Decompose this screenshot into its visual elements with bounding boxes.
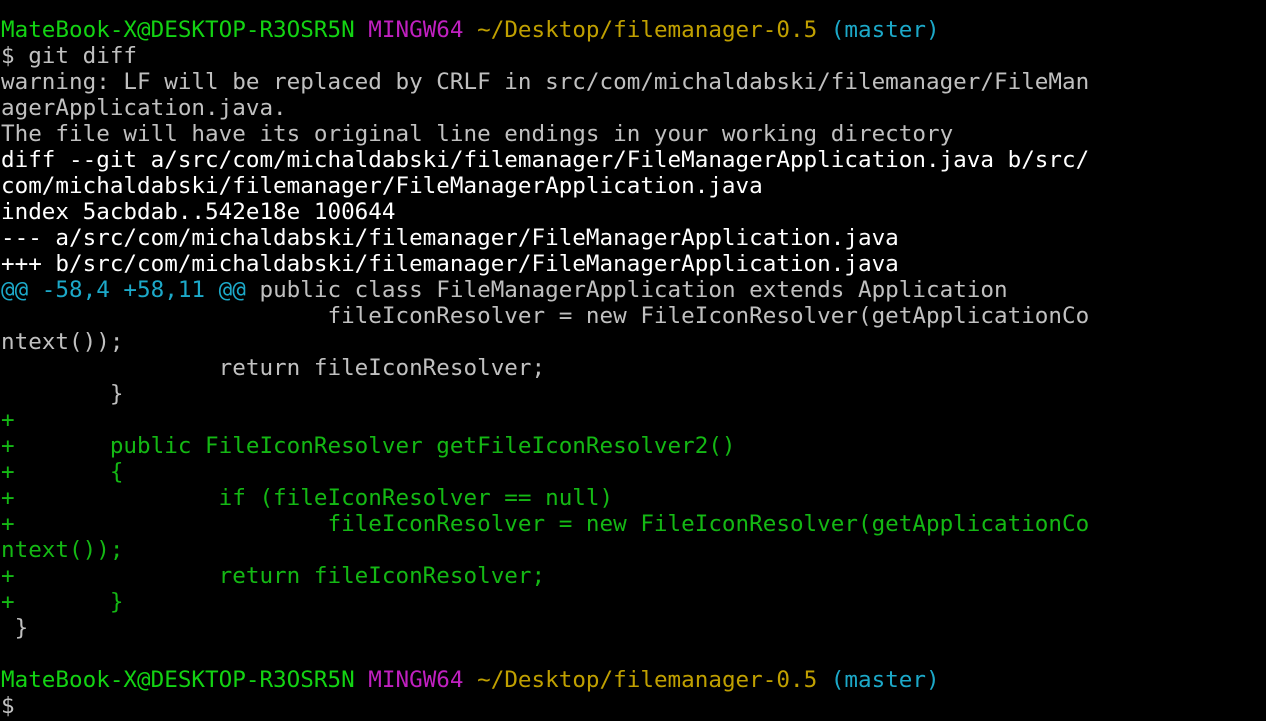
warning-text: The file will have its original line end… bbox=[1, 121, 954, 147]
terminal-line-added-line: + if (fileIconResolver == null) bbox=[0, 485, 1266, 511]
env-label: MINGW64 bbox=[368, 17, 464, 43]
terminal-line-added-line: + } bbox=[0, 589, 1266, 615]
added-text: + return fileIconResolver; bbox=[1, 563, 546, 589]
git-branch: (master) bbox=[830, 667, 940, 693]
diff-header-text: --- a/src/com/michaldabski/filemanager/F… bbox=[1, 225, 899, 251]
user-host: MateBook-X@DESKTOP-R3OSR5N bbox=[1, 667, 355, 693]
warning-text: agerApplication.java. bbox=[1, 95, 287, 121]
added-text: + if (fileIconResolver == null) bbox=[1, 485, 614, 511]
warning-text: warning: LF will be replaced by CRLF in … bbox=[1, 69, 1090, 95]
text-cursor bbox=[15, 695, 26, 717]
terminal-line-added-line: + { bbox=[0, 459, 1266, 485]
terminal-line-diff-header-line: --- a/src/com/michaldabski/filemanager/F… bbox=[0, 225, 1266, 251]
terminal-line-added-line: + public FileIconResolver getFileIconRes… bbox=[0, 433, 1266, 459]
terminal-line-added-line: + bbox=[0, 407, 1266, 433]
added-text: + public FileIconResolver getFileIconRes… bbox=[1, 433, 736, 459]
prompt-symbol: $ bbox=[1, 693, 15, 719]
diff-header-text: com/michaldabski/filemanager/FileManager… bbox=[1, 173, 763, 199]
terminal-line-context-line: return fileIconResolver; bbox=[0, 355, 1266, 381]
git-branch: (master) bbox=[830, 17, 940, 43]
context-text: return fileIconResolver; bbox=[1, 355, 546, 381]
terminal-line-context-line: ntext()); bbox=[0, 329, 1266, 355]
added-text: + { bbox=[1, 459, 124, 485]
diff-header-text: diff --git a/src/com/michaldabski/filema… bbox=[1, 147, 1090, 173]
terminal-window[interactable]: MateBook-X@DESKTOP-R3OSR5N MINGW64 ~/Des… bbox=[0, 0, 1266, 721]
diff-header-text: index 5acbdab..542e18e 100644 bbox=[1, 199, 396, 225]
context-text: } bbox=[1, 615, 29, 641]
current-path: ~/Desktop/filemanager-0.5 bbox=[477, 17, 818, 43]
terminal-line-added-line: ntext()); bbox=[0, 537, 1266, 563]
env-label: MINGW64 bbox=[368, 667, 464, 693]
terminal-line-context-line: fileIconResolver = new FileIconResolver(… bbox=[0, 303, 1266, 329]
added-text: ntext()); bbox=[1, 537, 124, 563]
terminal-line-added-line: + return fileIconResolver; bbox=[0, 563, 1266, 589]
terminal-line-blank-line bbox=[0, 641, 1266, 667]
command-text: $ git diff bbox=[1, 43, 138, 69]
terminal-line-diff-header-line: +++ b/src/com/michaldabski/filemanager/F… bbox=[0, 251, 1266, 277]
terminal-line-added-line: + fileIconResolver = new FileIconResolve… bbox=[0, 511, 1266, 537]
terminal-line-command-line: $ git diff bbox=[0, 43, 1266, 69]
terminal-line-context-line: } bbox=[0, 615, 1266, 641]
terminal-line-prompt-header: MateBook-X@DESKTOP-R3OSR5N MINGW64 ~/Des… bbox=[0, 17, 1266, 43]
terminal-line-diff-header-line: com/michaldabski/filemanager/FileManager… bbox=[0, 173, 1266, 199]
hunk-range: @@ -58,4 +58,11 @@ bbox=[1, 277, 246, 303]
terminal-line-context-line: } bbox=[0, 381, 1266, 407]
context-text: } bbox=[1, 381, 124, 407]
context-text: ntext()); bbox=[1, 329, 124, 355]
current-path: ~/Desktop/filemanager-0.5 bbox=[477, 667, 818, 693]
terminal-line-warning-line: warning: LF will be replaced by CRLF in … bbox=[0, 69, 1266, 95]
terminal-line-warning-line: agerApplication.java. bbox=[0, 95, 1266, 121]
added-text: + fileIconResolver = new FileIconResolve… bbox=[1, 511, 1090, 537]
terminal-line-prompt-header: MateBook-X@DESKTOP-R3OSR5N MINGW64 ~/Des… bbox=[0, 667, 1266, 693]
terminal-line-hunk-header-line: @@ -58,4 +58,11 @@ public class FileMana… bbox=[0, 277, 1266, 303]
diff-header-text: +++ b/src/com/michaldabski/filemanager/F… bbox=[1, 251, 899, 277]
context-text: fileIconResolver = new FileIconResolver(… bbox=[1, 303, 1090, 329]
terminal-line-input-line: $ bbox=[0, 693, 1266, 719]
terminal-line-warning-line: The file will have its original line end… bbox=[0, 121, 1266, 147]
added-text: + bbox=[1, 407, 15, 433]
terminal-line-diff-header-line: index 5acbdab..542e18e 100644 bbox=[0, 199, 1266, 225]
user-host: MateBook-X@DESKTOP-R3OSR5N bbox=[1, 17, 355, 43]
hunk-context: public class FileManagerApplication exte… bbox=[245, 277, 1008, 303]
added-text: + } bbox=[1, 589, 124, 615]
terminal-line-diff-header-line: diff --git a/src/com/michaldabski/filema… bbox=[0, 147, 1266, 173]
